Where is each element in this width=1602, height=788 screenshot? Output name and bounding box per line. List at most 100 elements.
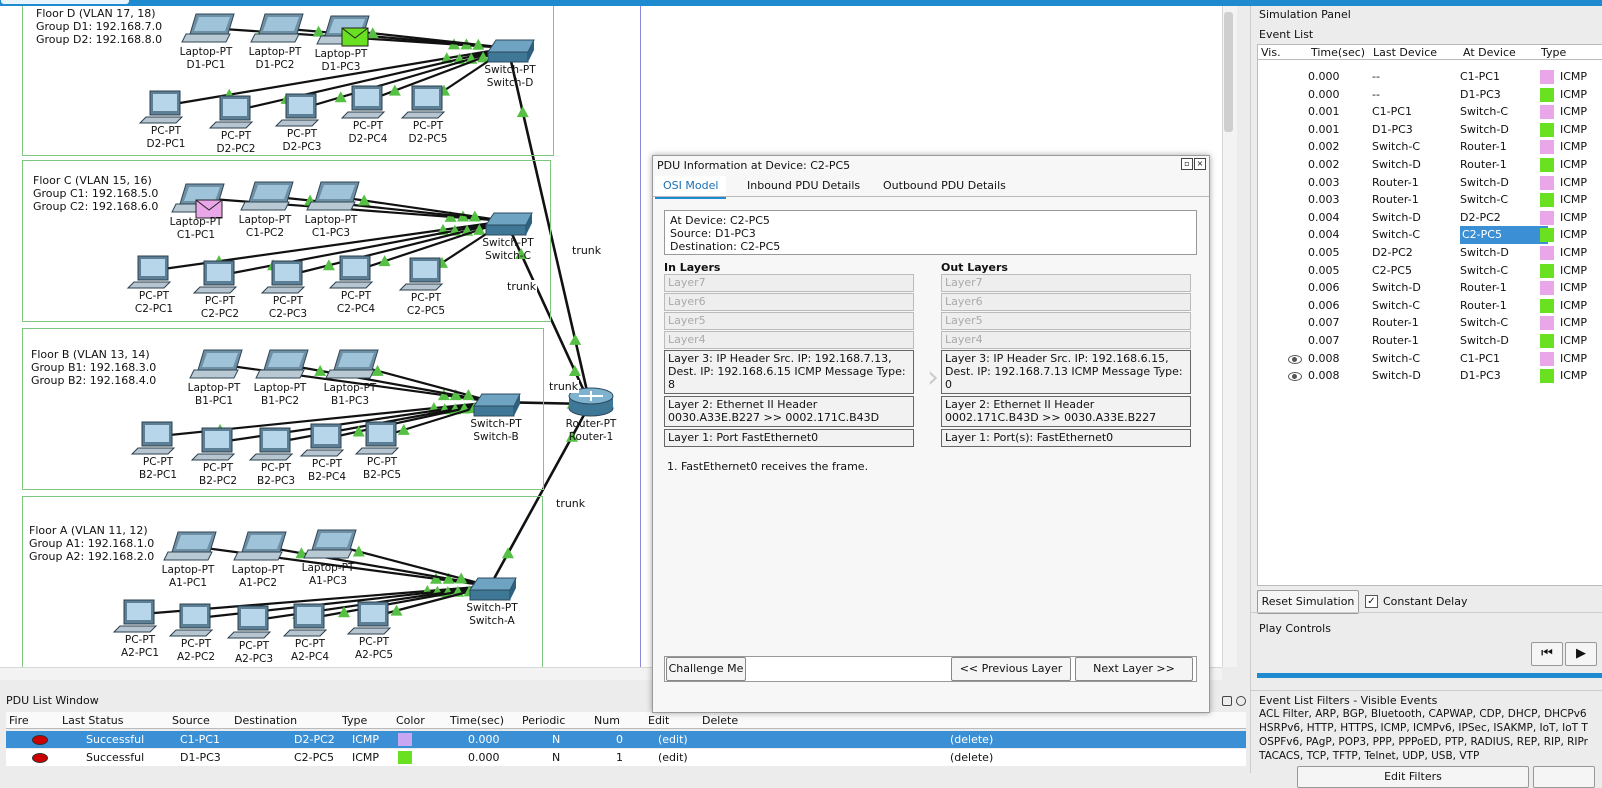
out-layer-5[interactable]: Layer5 xyxy=(941,312,1191,330)
device-name-label: A1-PC1 xyxy=(169,577,207,589)
event-row[interactable]: 0.000 -- C1-PC1 ICMP xyxy=(1258,68,1602,86)
device-name-label: C2-PC1 xyxy=(134,303,174,315)
event-type: ICMP xyxy=(1560,87,1588,101)
pdu-info-dialog[interactable]: PDU Information at Device: C2-PC5 ▫ × OS… xyxy=(652,155,1210,713)
link-status-triangle xyxy=(568,365,581,377)
device-name-label: Router-1 xyxy=(568,431,614,443)
tab-outbound-pdu[interactable]: Outbound PDU Details xyxy=(875,176,1014,196)
event-row[interactable]: 0.004 Switch-C C2-PC5 ICMP xyxy=(1258,226,1602,245)
event-at-device: Switch-D xyxy=(1460,122,1509,136)
event-last-device: Switch-D xyxy=(1372,369,1421,383)
device-type-label: Laptop-PT xyxy=(304,214,358,226)
pdu-row-1[interactable]: Successful D1-PC3 C2-PC5 ICMP 0.000 N 1 … xyxy=(6,749,1246,766)
out-layer-4[interactable]: Layer4 xyxy=(941,331,1191,349)
event-color-swatch xyxy=(1540,281,1554,296)
event-last-device: Router-1 xyxy=(1372,316,1419,330)
reset-simulation-button[interactable]: Reset Simulation xyxy=(1257,590,1359,614)
device-type-label: PC-PT xyxy=(124,634,156,646)
event-row[interactable]: 0.007 Router-1 Switch-D ICMP xyxy=(1258,332,1602,350)
event-row[interactable]: 0.003 Router-1 Switch-D ICMP xyxy=(1258,174,1602,192)
event-type: ICMP xyxy=(1560,70,1588,83)
device-name-label: Switch-A xyxy=(469,615,515,627)
event-row[interactable]: 0.007 Router-1 Switch-C ICMP xyxy=(1258,314,1602,332)
event-col-at-device: At Device xyxy=(1463,46,1516,59)
edit-filters-button[interactable]: Edit Filters xyxy=(1297,766,1529,788)
device-type-label: PC-PT xyxy=(311,458,343,470)
event-last-device: Switch-C xyxy=(1372,140,1421,154)
pdu-edit-link[interactable]: (edit) xyxy=(658,731,688,748)
event-color-swatch xyxy=(1540,210,1554,225)
event-row[interactable]: 0.001 C1-PC1 Switch-C ICMP xyxy=(1258,103,1602,121)
device-type-label: PC-PT xyxy=(150,125,182,137)
in-layer-7[interactable]: Layer7 xyxy=(664,274,914,292)
pdu-col-periodic: Periodic xyxy=(522,714,566,727)
device-type-label: Laptop-PT xyxy=(238,214,292,226)
event-row[interactable]: 0.002 Switch-D Router-1 ICMP xyxy=(1258,156,1602,174)
close-icon[interactable]: × xyxy=(1194,158,1206,170)
event-row[interactable]: 0.003 Router-1 Switch-C ICMP xyxy=(1258,191,1602,209)
show-all-button[interactable] xyxy=(1533,766,1595,788)
in-layer-2[interactable]: Layer 2: Ethernet II Header 0030.A33E.B2… xyxy=(664,396,914,427)
trunk-label-4: trunk xyxy=(555,497,587,510)
play-button[interactable]: ▶ xyxy=(1565,642,1597,666)
vertical-scroll-thumb[interactable] xyxy=(1224,12,1233,132)
in-layer-4[interactable]: Layer4 xyxy=(664,331,914,349)
top-tab[interactable] xyxy=(0,0,130,5)
event-row[interactable]: 0.006 Switch-C Router-1 ICMP xyxy=(1258,297,1602,315)
event-row[interactable]: 0.008 Switch-C C1-PC1 ICMP xyxy=(1258,350,1602,368)
info-device: At Device: C2-PC5 xyxy=(670,214,770,227)
pdu-col-time: Time(sec) xyxy=(450,714,505,727)
constant-delay-checkbox[interactable]: ✓ xyxy=(1365,595,1378,608)
pdu-color-swatch xyxy=(398,733,412,746)
previous-layer-button[interactable]: << Previous Layer xyxy=(951,657,1071,681)
out-layer-7[interactable]: Layer7 xyxy=(941,274,1191,292)
next-layer-button[interactable]: Next Layer >> xyxy=(1075,657,1193,681)
device-type-label: PC-PT xyxy=(352,120,384,132)
device-name-label: B1-PC3 xyxy=(330,395,370,407)
in-layer-5[interactable]: Layer5 xyxy=(664,312,914,330)
event-row[interactable]: 0.005 C2-PC5 Switch-C ICMP xyxy=(1258,262,1602,280)
pdu-edit-link[interactable]: (edit) xyxy=(658,749,688,766)
event-at-device: Switch-D xyxy=(1460,334,1509,347)
restore-icon[interactable]: ▫ xyxy=(1181,158,1193,170)
out-layer-6[interactable]: Layer6 xyxy=(941,293,1191,311)
eye-icon[interactable] xyxy=(1288,372,1302,382)
pdu-list-detach-icon[interactable] xyxy=(1222,696,1232,706)
fire-icon[interactable] xyxy=(32,735,48,745)
event-time: 0.001 xyxy=(1308,122,1340,136)
event-row[interactable]: 0.005 D2-PC2 Switch-D ICMP xyxy=(1258,244,1602,262)
pdu-delete-link[interactable]: (delete) xyxy=(950,731,993,748)
device-type-label: PC-PT xyxy=(204,295,236,307)
out-layer-2[interactable]: Layer 2: Ethernet II Header 0002.171C.B4… xyxy=(941,396,1191,427)
in-layer-1[interactable]: Layer 1: Port FastEthernet0 xyxy=(664,429,914,447)
eye-icon[interactable] xyxy=(1288,354,1302,364)
back-button[interactable]: ⏮ xyxy=(1531,642,1563,666)
tab-inbound-pdu[interactable]: Inbound PDU Details xyxy=(739,176,868,196)
event-row[interactable]: 0.000 -- D1-PC3 ICMP xyxy=(1258,86,1602,104)
out-layer-1[interactable]: Layer 1: Port(s): FastEthernet0 xyxy=(941,429,1191,447)
in-layer-6[interactable]: Layer6 xyxy=(664,293,914,311)
floor-c-title: Floor C (VLAN 15, 16) xyxy=(33,174,152,187)
event-row[interactable]: 0.001 D1-PC3 Switch-D ICMP xyxy=(1258,121,1602,139)
event-row[interactable]: 0.002 Switch-C Router-1 ICMP xyxy=(1258,138,1602,156)
pdu-list-close-icon[interactable] xyxy=(1236,696,1246,706)
challenge-me-button[interactable]: Challenge Me xyxy=(666,657,746,681)
event-last-device: Switch-D xyxy=(1372,281,1421,295)
event-time: 0.003 xyxy=(1308,175,1340,189)
event-row[interactable]: 0.006 Switch-D Router-1 ICMP xyxy=(1258,279,1602,297)
fire-icon[interactable] xyxy=(32,753,48,763)
device-type-label: Switch-PT xyxy=(466,602,518,614)
in-layer-3[interactable]: Layer 3: IP Header Src. IP: 192.168.7.13… xyxy=(664,350,914,394)
event-row[interactable]: 0.008 Switch-D D1-PC3 ICMP xyxy=(1258,367,1602,385)
out-layer-3[interactable]: Layer 3: IP Header Src. IP: 192.168.6.15… xyxy=(941,350,1191,394)
event-col-last-device: Last Device xyxy=(1373,46,1438,59)
event-time: 0.007 xyxy=(1308,334,1340,347)
pdu-delete-link[interactable]: (delete) xyxy=(950,749,993,766)
device-type-label: Laptop-PT xyxy=(301,562,355,574)
event-row[interactable]: 0.004 Switch-D D2-PC2 ICMP xyxy=(1258,209,1602,227)
floor-c-group1: Group C1: 192.168.5.0 xyxy=(33,187,159,200)
pdu-row-0[interactable]: Successful C1-PC1 D2-PC2 ICMP 0.000 N 0 … xyxy=(6,731,1246,748)
device-name-label: D1-PC3 xyxy=(321,61,361,73)
event-type: ICMP xyxy=(1560,298,1588,312)
device-type-label: Switch-PT xyxy=(482,237,534,249)
